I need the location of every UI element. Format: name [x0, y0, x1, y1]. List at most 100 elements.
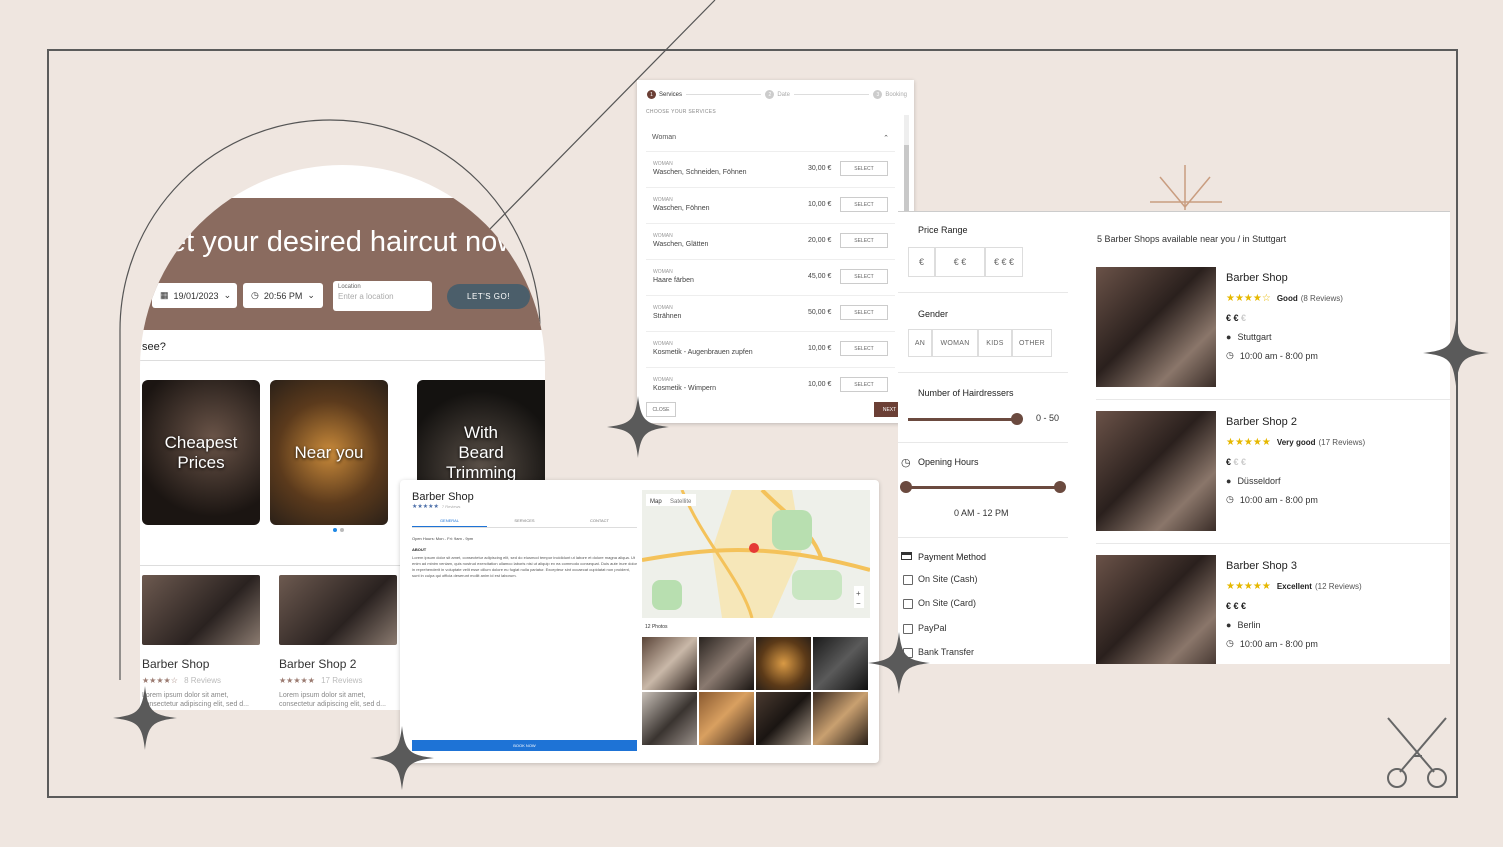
map[interactable]: Map Satellite + −	[642, 490, 870, 618]
location-input[interactable]: Location Enter a location	[333, 281, 432, 311]
slider-handle-start[interactable]	[900, 481, 912, 493]
chevron-down-icon: ⌄	[307, 290, 315, 300]
carousel-dots[interactable]	[333, 528, 344, 532]
date-picker[interactable]: ▦ 19/01/2023 ⌄	[152, 283, 237, 308]
shop-price-level: € € €	[1226, 457, 1247, 467]
service-name: Haare färben	[653, 277, 694, 284]
gender-option[interactable]: KIDS	[978, 329, 1012, 357]
divider	[1096, 399, 1450, 400]
hairdressers-value: 0 - 50	[1036, 413, 1060, 423]
photo-thumbnail[interactable]	[756, 637, 811, 690]
service-price: 50,00 €	[808, 309, 832, 316]
shop-name: Barber Shop	[1226, 272, 1288, 284]
sparkle-decoration	[370, 726, 434, 790]
select-button[interactable]: SELECT	[840, 197, 888, 212]
calendar-icon: ▦	[160, 290, 169, 300]
photo-grid	[642, 637, 868, 745]
select-button[interactable]: SELECT	[840, 341, 888, 356]
photo-thumbnail[interactable]	[756, 692, 811, 745]
category-cheapest-prices[interactable]: Cheapest Prices	[142, 380, 260, 525]
service-row: WOMAN Waschen, Föhnen 10,00 € SELECT	[646, 188, 895, 224]
sparkle-decoration	[1423, 320, 1489, 386]
category-near-you[interactable]: Near you	[270, 380, 388, 525]
price-option[interactable]: € € €	[985, 247, 1023, 277]
location-placeholder: Enter a location	[338, 292, 394, 301]
slider-handle-end[interactable]	[1054, 481, 1066, 493]
detail-tabs: GENERAL SERVICES CONTACT	[412, 515, 637, 528]
shop-location: ● Berlin	[1226, 620, 1261, 630]
opening-hours-title: Opening Hours	[918, 457, 979, 467]
photo-thumbnail[interactable]	[813, 692, 868, 745]
time-picker[interactable]: ◷ 20:56 PM ⌄	[243, 283, 323, 308]
checkbox-cash[interactable]	[903, 575, 913, 585]
shop-hours: ◷ 10:00 am - 8:00 pm	[1226, 350, 1318, 361]
shop-name: Barber Shop 2	[279, 657, 357, 671]
tab-contact[interactable]: CONTACT	[562, 515, 637, 527]
shop-rating: ★★★★☆ 8 Reviews	[142, 676, 221, 685]
hero-banner: et your desired haircut now ▦ 19/01/2023…	[140, 198, 545, 330]
shop-rating: ★★★★★ Excellent (12 Reviews)	[1226, 581, 1362, 592]
service-name: Kosmetik - Wimpern	[653, 385, 717, 392]
hours-slider[interactable]	[906, 486, 1061, 489]
hairdressers-slider[interactable]	[908, 418, 1020, 421]
gender-title: Gender	[918, 309, 949, 319]
book-now-button[interactable]: BOOK NOW	[412, 740, 637, 751]
shop-name: Barber Shop	[142, 657, 210, 671]
shop-result-card[interactable]: Barber Shop 2 ★★★★★ Very good (17 Reviews) €…	[1096, 411, 1450, 541]
gender-option[interactable]: AN	[908, 329, 932, 357]
carousel-dot[interactable]	[340, 528, 344, 532]
select-button[interactable]: SELECT	[840, 377, 888, 392]
shop-image	[142, 575, 260, 645]
services-dialog: 1 Services 2 Date 3 Booking CHOOSE YOUR …	[637, 80, 914, 423]
lets-go-button[interactable]: LET'S GO!	[447, 284, 530, 309]
photo-thumbnail[interactable]	[642, 692, 697, 745]
shop-rating: ★★★★★ Very good (17 Reviews)	[1226, 437, 1366, 448]
gender-option[interactable]: WOMAN	[932, 329, 978, 357]
checkbox-card[interactable]	[903, 599, 913, 609]
gender-option[interactable]: OTHER	[1012, 329, 1052, 357]
shop-image	[1096, 555, 1216, 664]
results-summary: 5 Barber Shops available near you / in S…	[1097, 234, 1287, 244]
scissors-icon	[1387, 717, 1447, 788]
service-category: WOMAN	[653, 305, 673, 311]
shop-result-card[interactable]: Barber Shop ★★★★☆ Good (8 Reviews) € € € ● Stu…	[1096, 267, 1450, 397]
hours-value: 0 AM - 12 PM	[954, 508, 1009, 518]
shop-name: Barber Shop 3	[1226, 560, 1297, 572]
location-pin-icon: ●	[1226, 620, 1232, 630]
shop-result-card[interactable]: Barber Shop 3 ★★★★★ Excellent (12 Reviews) €…	[1096, 555, 1450, 664]
svg-text:Map: Map	[650, 499, 662, 505]
select-button[interactable]: SELECT	[840, 233, 888, 248]
shop-name: Barber Shop	[412, 491, 474, 503]
category-label: Cheapest Prices	[164, 432, 238, 472]
carousel-dot[interactable]	[333, 528, 337, 532]
credit-card-icon	[901, 552, 912, 560]
shop-description: Lorem ipsum dolor sit amet, consectetur …	[279, 692, 387, 708]
shop-rating: ★★★★☆ Good (8 Reviews)	[1226, 293, 1343, 304]
slider-handle[interactable]	[1011, 413, 1023, 425]
price-option[interactable]: €	[908, 247, 935, 277]
service-category: WOMAN	[653, 161, 673, 167]
shop-location: ● Düsseldorf	[1226, 476, 1281, 486]
select-button[interactable]: SELECT	[840, 161, 888, 176]
price-option[interactable]: € €	[935, 247, 985, 277]
service-category: WOMAN	[653, 197, 673, 203]
section-question: see?	[142, 341, 166, 353]
tab-services[interactable]: SERVICES	[487, 515, 562, 527]
photo-thumbnail[interactable]	[813, 637, 868, 690]
shop-rating: ★★★★★ 17 Reviews	[279, 676, 363, 685]
photo-thumbnail[interactable]	[699, 692, 754, 745]
service-row: WOMAN Kosmetik - Wimpern 10,00 € SELECT	[646, 368, 895, 393]
photo-thumbnail[interactable]	[642, 637, 697, 690]
select-button[interactable]: SELECT	[840, 269, 888, 284]
clock-icon: ◷	[1226, 350, 1234, 360]
svg-text:+: +	[856, 589, 861, 598]
photo-thumbnail[interactable]	[699, 637, 754, 690]
service-price: 10,00 €	[808, 381, 832, 388]
shop-card[interactable]: Barber Shop 2 ★★★★★ 17 Reviews Lorem ips…	[279, 575, 397, 709]
service-name: Waschen, Glätten	[653, 241, 709, 248]
sparkle-decoration	[113, 686, 177, 750]
select-button[interactable]: SELECT	[840, 305, 888, 320]
service-category: WOMAN	[653, 341, 673, 347]
about-title: ABOUT	[412, 547, 427, 552]
tab-general[interactable]: GENERAL	[412, 515, 487, 527]
